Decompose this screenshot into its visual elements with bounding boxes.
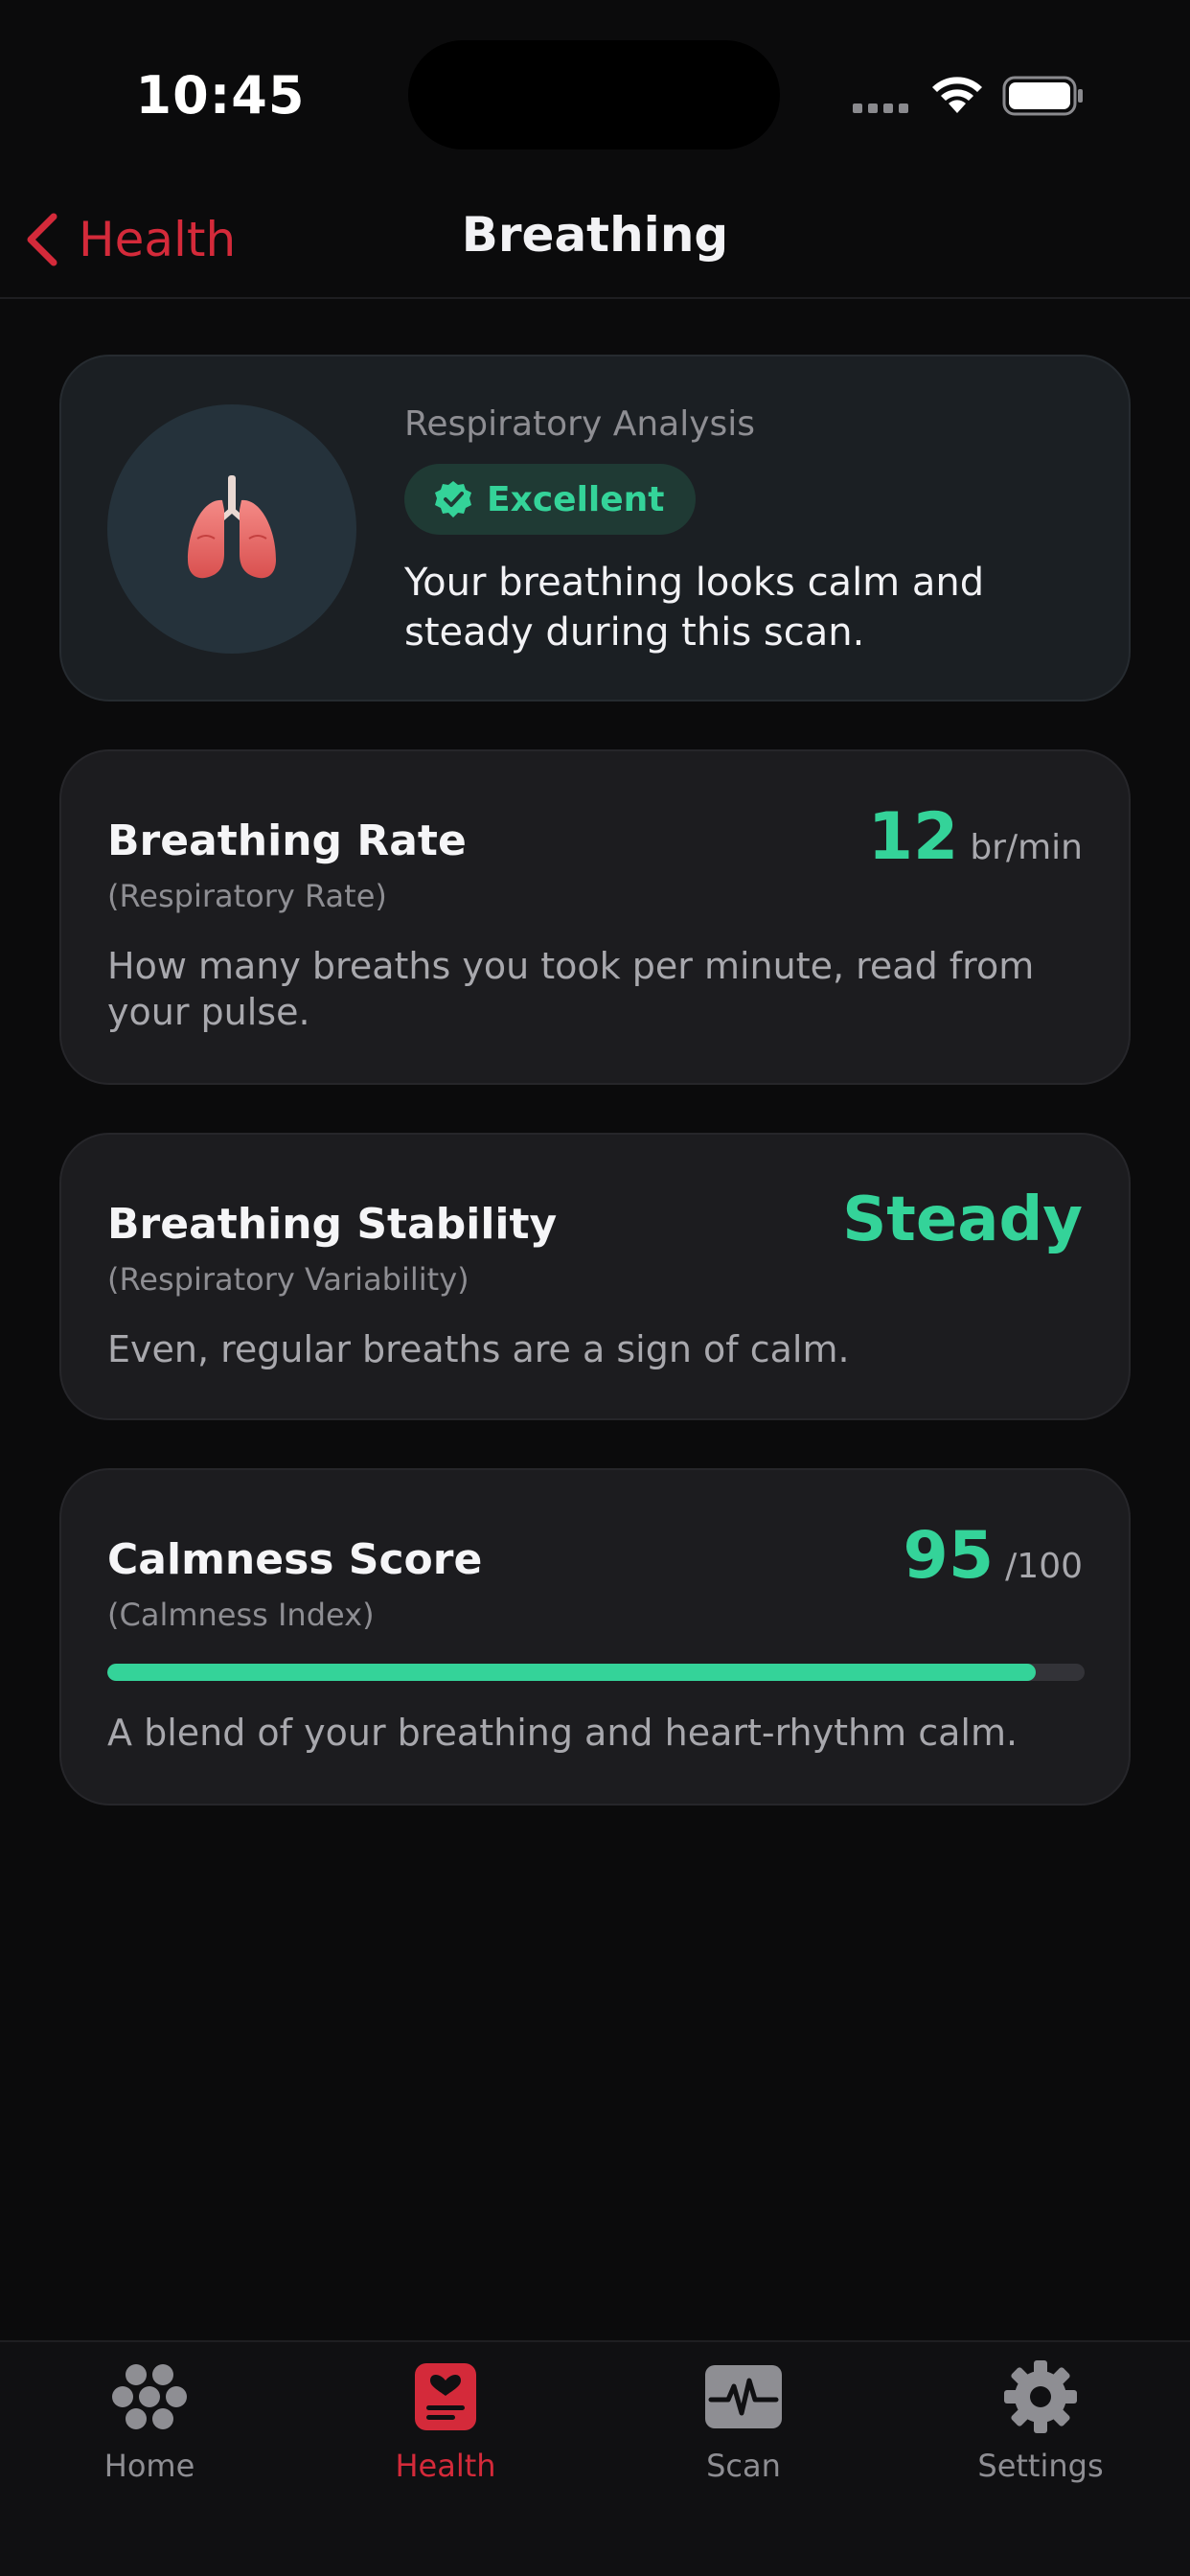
breathing-rate-description: How many breaths you took per minute, re… <box>107 945 1035 1033</box>
calmness-progress-fill <box>107 1664 1036 1681</box>
respiratory-summary-card: Respiratory Analysis Excellent Your brea… <box>59 355 1131 702</box>
tab-health-label: Health <box>395 2448 496 2484</box>
calmness-score-number: 95 <box>903 1518 995 1594</box>
tab-bar: Home Health Scan Settings <box>0 2340 1190 2576</box>
breathing-stability-subtitle: (Respiratory Variability) <box>107 1261 469 1298</box>
home-grid-icon <box>112 2364 187 2429</box>
tab-health[interactable]: Health <box>340 2359 551 2503</box>
calmness-score-title: Calmness Score <box>107 1535 483 1584</box>
breathing-rate-card: Breathing Rate (Respiratory Rate) 12 br/… <box>59 749 1131 1085</box>
navigation-bar: Health Breathing <box>0 182 1190 299</box>
breathing-rate-value: 12 br/min <box>868 799 1083 875</box>
breathing-rate-number: 12 <box>867 799 959 875</box>
dynamic-island <box>408 40 780 150</box>
cellular-signal-icon <box>853 104 908 113</box>
health-icon <box>415 2363 476 2430</box>
battery-icon <box>1002 76 1083 116</box>
breathing-stability-description: Even, regular breaths are a sign of calm… <box>107 1328 850 1370</box>
tab-scan[interactable]: Scan <box>638 2359 849 2503</box>
calmness-score-value: 95 /100 <box>904 1518 1083 1594</box>
breathing-stability-title: Breathing Stability <box>107 1200 558 1249</box>
summary-message: Your breathing looks calm and steady dur… <box>404 561 985 655</box>
breathing-rate-unit: br/min <box>970 828 1083 867</box>
gear-icon <box>1004 2360 1077 2433</box>
breathing-stability-card: Breathing Stability (Respiratory Variabi… <box>59 1133 1131 1420</box>
status-time: 10:45 <box>135 65 306 126</box>
scan-pulse-icon <box>705 2365 782 2428</box>
summary-label: Respiratory Analysis <box>404 404 756 444</box>
status-bar: 10:45 <box>0 0 1190 182</box>
calmness-score-description: A blend of your breathing and heart-rhyt… <box>107 1712 1018 1754</box>
breathing-stability-word: Steady <box>842 1184 1083 1255</box>
calmness-score-unit: /100 <box>1005 1547 1083 1586</box>
verified-check-icon <box>435 481 471 518</box>
tab-settings-label: Settings <box>977 2448 1104 2484</box>
breathing-stability-value: Steady <box>842 1184 1083 1255</box>
calmness-score-subtitle: (Calmness Index) <box>107 1597 375 1633</box>
lungs-icon <box>188 475 276 579</box>
page-title: Breathing <box>461 207 729 263</box>
breathing-rate-subtitle: (Respiratory Rate) <box>107 878 387 914</box>
calmness-progress-bar <box>107 1664 1085 1681</box>
tab-home-label: Home <box>103 2448 195 2484</box>
lungs-avatar <box>107 404 356 654</box>
breathing-rate-title: Breathing Rate <box>107 816 467 865</box>
tab-scan-label: Scan <box>706 2448 781 2484</box>
tab-settings[interactable]: Settings <box>935 2359 1146 2503</box>
status-text: Excellent <box>487 479 665 519</box>
wifi-icon <box>932 77 982 113</box>
calmness-score-card: Calmness Score (Calmness Index) 95 /100 … <box>59 1468 1131 1806</box>
status-badge: Excellent <box>404 464 696 535</box>
tab-home[interactable]: Home <box>44 2359 255 2503</box>
